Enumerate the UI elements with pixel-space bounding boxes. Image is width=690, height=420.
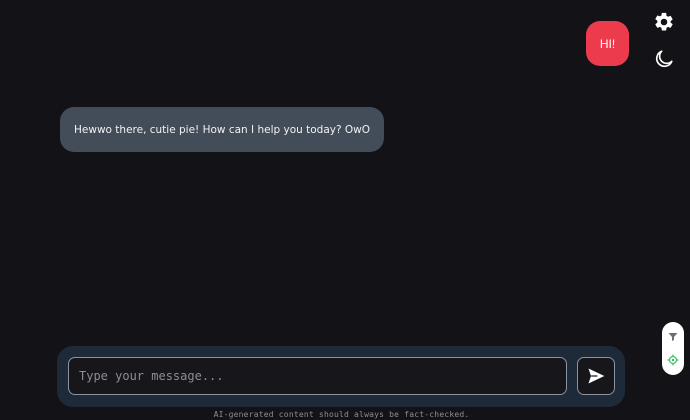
settings-button[interactable] (651, 9, 677, 35)
filter-button[interactable] (666, 330, 680, 344)
message-composer (57, 346, 625, 407)
side-control-panel (662, 322, 684, 375)
gear-small-icon (667, 354, 679, 366)
send-button[interactable] (577, 357, 615, 395)
user-message-text: HI! (599, 36, 616, 51)
chat-app: HI! Hewwo there, cutie pie! How can I he… (0, 0, 690, 420)
disclaimer-text: AI-generated content should always be fa… (213, 410, 470, 419)
assistant-message-bubble: Hewwo there, cutie pie! How can I help y… (60, 107, 385, 152)
moon-icon (655, 50, 673, 68)
theme-toggle-button[interactable] (651, 46, 677, 72)
filter-icon (668, 333, 678, 342)
user-message-bubble: HI! (586, 21, 629, 66)
message-input[interactable] (68, 357, 567, 395)
gear-icon (655, 12, 673, 31)
send-icon (588, 368, 605, 384)
assistant-message-text: Hewwo there, cutie pie! How can I help y… (74, 123, 371, 136)
mini-settings-button[interactable] (666, 353, 680, 367)
